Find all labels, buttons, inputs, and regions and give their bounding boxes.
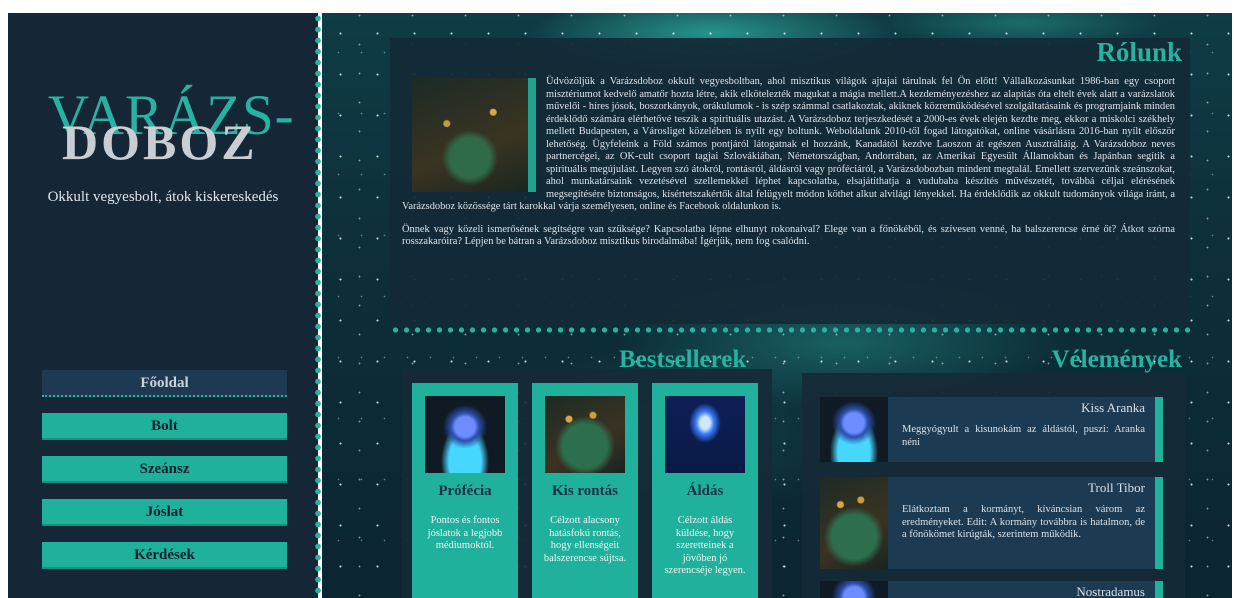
review-text: Elátkoztam a kormányt, kíváncsian várom …: [902, 504, 1145, 540]
page-frame: VARÁZS- DOBOZ Okkult vegyesbolt, átok ki…: [8, 13, 1232, 598]
bestsellers-section: Prófécia Pontos és fontos jóslatok a leg…: [402, 369, 772, 598]
reviewer-name: Nostradamus: [1076, 584, 1145, 598]
reviewer-name: Kiss Aranka: [1081, 400, 1145, 415]
reviewer-avatar: [820, 477, 888, 569]
product-card-aldas[interactable]: Áldás Célzott áldás küldése, hogy szeret…: [652, 383, 758, 598]
blue-candle-image: [665, 396, 745, 473]
main-content: Rólunk Üdvözöljük a Varázsdoboz okkult v…: [322, 13, 1232, 598]
about-paragraph-1: Üdvözöljük a Varázsdoboz okkult vegyesbo…: [402, 76, 1175, 214]
reviewer-avatar: [820, 581, 888, 598]
crystal-orb-image: [425, 396, 505, 473]
nav-item-fooldal[interactable]: Főoldal: [42, 370, 287, 397]
reviewer-avatar: [820, 397, 888, 462]
dotted-divider-horizontal: [390, 326, 1190, 334]
candle-table-image: [545, 396, 625, 473]
product-desc: Célzott alacsony hatásfokú rontás, hogy …: [543, 515, 627, 564]
product-title: Kis rontás: [552, 483, 618, 499]
product-desc: Célzott áldás küldése, hogy szeretteinek…: [664, 515, 746, 576]
product-card-kis-rontas[interactable]: Kis rontás Célzott alacsony hatásfokú ro…: [532, 383, 638, 598]
logo[interactable]: VARÁZS- DOBOZ: [48, 87, 294, 177]
review-card: Kiss Aranka Meggyógyult a kisunokám az á…: [820, 397, 1163, 462]
product-card-profecia[interactable]: Prófécia Pontos és fontos jóslatok a leg…: [412, 383, 518, 598]
about-title: Rólunk: [1096, 37, 1182, 67]
about-section: Rólunk Üdvözöljük a Varázsdoboz okkult v…: [390, 37, 1190, 324]
nav-item-bolt[interactable]: Bolt: [42, 413, 287, 440]
main-nav: Főoldal Bolt Szeánsz Jóslat Kérdések: [42, 370, 287, 585]
dotted-divider-vertical: [314, 13, 322, 598]
product-title: Prófécia: [438, 483, 492, 499]
product-desc: Pontos és fontos jóslatok a legjobb médi…: [427, 515, 503, 551]
reviews-section: Kiss Aranka Meggyógyult a kisunokám az á…: [802, 373, 1185, 598]
review-text: Meggyógyult a kisunokám az áldástól, pus…: [902, 424, 1145, 448]
about-paragraph-2: Önnek vagy közeli ismerősének segítségre…: [402, 223, 1175, 248]
about-body: Üdvözöljük a Varázsdoboz okkult vegyesbo…: [402, 76, 1175, 259]
review-card: Nostradamus: [820, 581, 1163, 598]
nav-item-kerdesek[interactable]: Kérdések: [42, 542, 287, 569]
review-card: Troll Tibor Elátkoztam a kormányt, kíván…: [820, 477, 1163, 569]
nav-item-szeansz[interactable]: Szeánsz: [42, 456, 287, 483]
product-title: Áldás: [686, 483, 724, 499]
ritual-table-image: [412, 78, 536, 192]
tagline: Okkult vegyesbolt, átok kiskereskedés: [47, 189, 279, 205]
logo-line2: DOBOZ: [62, 114, 258, 170]
sidebar: VARÁZS- DOBOZ Okkult vegyesbolt, átok ki…: [8, 13, 318, 598]
reviewer-name: Troll Tibor: [1088, 480, 1145, 495]
reviews-title: Vélemények: [1051, 346, 1182, 373]
nav-item-joslat[interactable]: Jóslat: [42, 499, 287, 526]
